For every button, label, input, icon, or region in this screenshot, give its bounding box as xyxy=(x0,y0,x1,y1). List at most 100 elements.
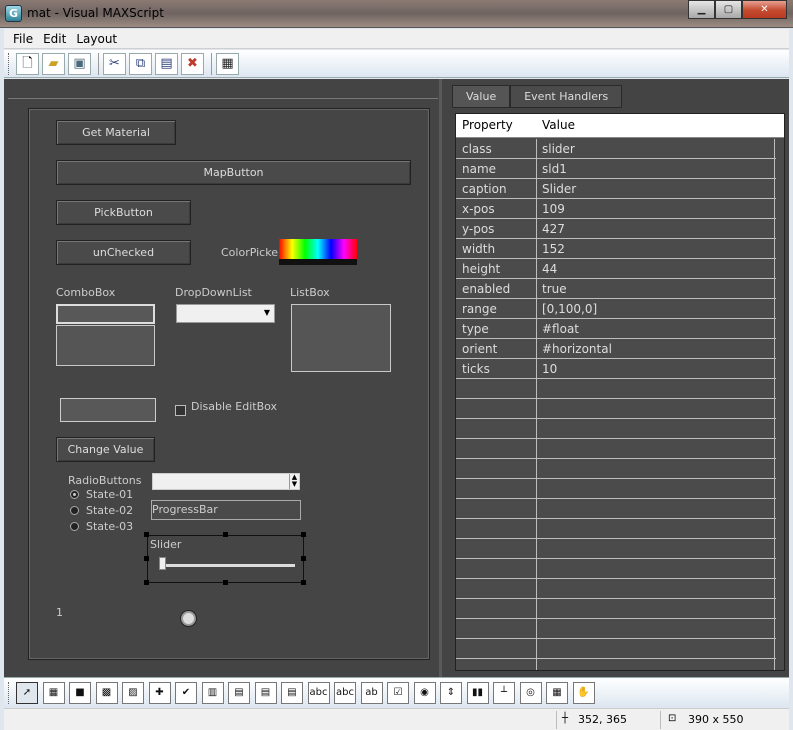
pointer-icon[interactable]: ➚ xyxy=(16,681,38,704)
open-folder-icon[interactable]: ▰ xyxy=(42,52,65,75)
menu-file[interactable]: File xyxy=(8,32,38,46)
property-row[interactable]: y-pos 427 xyxy=(456,219,776,239)
combobox-list[interactable] xyxy=(56,325,155,366)
property-value[interactable]: Slider xyxy=(542,182,576,196)
property-row[interactable] xyxy=(456,659,776,670)
property-value[interactable]: 10 xyxy=(542,362,557,376)
property-value[interactable]: 152 xyxy=(542,242,565,256)
tab-event-handlers[interactable]: Event Handlers xyxy=(510,85,623,108)
radio-state-02[interactable] xyxy=(70,506,79,515)
property-row[interactable] xyxy=(456,519,776,539)
listbox[interactable] xyxy=(291,304,391,372)
selection-handle[interactable] xyxy=(223,532,228,537)
button-icon[interactable]: ■ xyxy=(69,681,91,704)
property-row[interactable] xyxy=(456,639,776,659)
column-value[interactable]: Value xyxy=(542,118,575,132)
tab-value[interactable]: Value xyxy=(452,85,511,108)
slider-thumb[interactable] xyxy=(159,557,166,570)
property-row[interactable] xyxy=(456,419,776,439)
radio-state-01[interactable] xyxy=(70,490,79,499)
property-row[interactable]: orient #horizontal xyxy=(456,339,776,359)
property-row[interactable] xyxy=(456,619,776,639)
property-row[interactable] xyxy=(456,499,776,519)
check-button[interactable]: unChecked xyxy=(56,240,191,265)
property-row[interactable] xyxy=(456,479,776,499)
grid-icon[interactable]: ▦ xyxy=(216,52,239,75)
selection-handle[interactable] xyxy=(144,556,149,561)
property-row[interactable] xyxy=(456,379,776,399)
spinner[interactable]: ▲ ▼ xyxy=(152,473,300,490)
property-row[interactable] xyxy=(456,439,776,459)
groupbox-icon[interactable]: ab xyxy=(360,681,383,704)
timer-icon[interactable]: ◎ xyxy=(519,681,542,704)
property-value[interactable]: true xyxy=(542,282,567,296)
maximize-button[interactable]: ▢ xyxy=(715,0,742,19)
property-value[interactable]: 109 xyxy=(542,202,565,216)
edittext-icon[interactable]: abc xyxy=(307,681,330,704)
property-value[interactable]: slider xyxy=(542,142,575,156)
edit-text-box[interactable] xyxy=(60,398,156,422)
property-row[interactable]: class slider xyxy=(456,139,776,159)
slider-track[interactable] xyxy=(162,564,295,567)
listbox-icon[interactable]: ▤ xyxy=(281,681,303,704)
get-material-button[interactable]: Get Material xyxy=(56,120,176,145)
palette-grip[interactable] xyxy=(8,681,11,704)
property-value[interactable]: #float xyxy=(542,322,579,336)
activex-icon[interactable]: ▦ xyxy=(546,681,568,704)
property-row[interactable] xyxy=(456,399,776,419)
timer-icon[interactable] xyxy=(181,611,196,626)
property-value[interactable]: 44 xyxy=(542,262,557,276)
slider-selected[interactable]: Slider xyxy=(147,535,304,583)
minimize-button[interactable]: ▁ xyxy=(688,0,715,19)
property-row[interactable] xyxy=(456,599,776,619)
map-button[interactable]: MapButton xyxy=(56,160,411,185)
property-row[interactable]: height 44 xyxy=(456,259,776,279)
dropdownlist-icon[interactable]: ▤ xyxy=(254,681,277,704)
selection-handle[interactable] xyxy=(144,532,149,537)
checkbutton-icon[interactable]: ✔ xyxy=(175,681,197,704)
colorpicker-icon[interactable]: ▥ xyxy=(201,681,224,704)
copy-icon[interactable]: ⧉ xyxy=(129,52,152,75)
property-row[interactable]: width 152 xyxy=(456,239,776,259)
spinner-arrows-icon[interactable]: ▲ ▼ xyxy=(289,474,299,489)
property-row[interactable]: enabled true xyxy=(456,279,776,299)
radiobuttons-icon[interactable]: ◉ xyxy=(413,681,436,704)
pickbutton-icon[interactable]: ✚ xyxy=(148,681,171,704)
slider-icon[interactable]: ┴ xyxy=(493,681,515,704)
pick-button[interactable]: PickButton xyxy=(56,200,191,225)
color-swatch[interactable] xyxy=(279,239,357,265)
dropdown-list[interactable]: ▼ xyxy=(176,304,275,323)
menu-edit[interactable]: Edit xyxy=(38,32,71,46)
checkbox-icon[interactable]: ☑ xyxy=(387,681,409,704)
property-row[interactable]: name sld1 xyxy=(456,159,776,179)
toolbar-grip[interactable] xyxy=(8,52,11,75)
property-row[interactable]: x-pos 109 xyxy=(456,199,776,219)
cut-icon[interactable]: ✂ xyxy=(103,52,126,75)
progressbar-icon[interactable]: ▮▮ xyxy=(466,681,489,704)
property-row[interactable] xyxy=(456,579,776,599)
property-row[interactable]: ticks 10 xyxy=(456,359,776,379)
close-button[interactable]: ✕ xyxy=(742,0,787,19)
hyperlink-icon[interactable]: ✋ xyxy=(572,681,595,704)
bitmap-icon[interactable]: ▦ xyxy=(42,681,65,704)
paste-icon[interactable]: ▤ xyxy=(155,52,178,75)
selection-handle[interactable] xyxy=(301,532,306,537)
property-value[interactable]: 427 xyxy=(542,222,565,236)
selection-handle[interactable] xyxy=(301,556,306,561)
property-value[interactable]: sld1 xyxy=(542,162,567,176)
selection-handle[interactable] xyxy=(144,580,149,585)
selection-handle[interactable] xyxy=(301,580,306,585)
menu-layout[interactable]: Layout xyxy=(71,32,122,46)
property-value[interactable]: #horizontal xyxy=(542,342,612,356)
new-file-icon[interactable]: 🗋 xyxy=(16,52,39,75)
delete-icon[interactable]: ✖ xyxy=(181,52,204,75)
property-row[interactable]: caption Slider xyxy=(456,179,776,199)
radio-state-03[interactable] xyxy=(70,522,79,531)
combobox-icon[interactable]: ▤ xyxy=(228,681,250,704)
materialbutton-icon[interactable]: ▨ xyxy=(122,681,144,704)
property-row[interactable]: range [0,100,0] xyxy=(456,299,776,319)
spinner-icon[interactable]: ⇕ xyxy=(440,681,462,704)
mapbutton-icon[interactable]: ▩ xyxy=(95,681,118,704)
property-row[interactable] xyxy=(456,559,776,579)
save-icon[interactable]: ▣ xyxy=(68,52,91,75)
